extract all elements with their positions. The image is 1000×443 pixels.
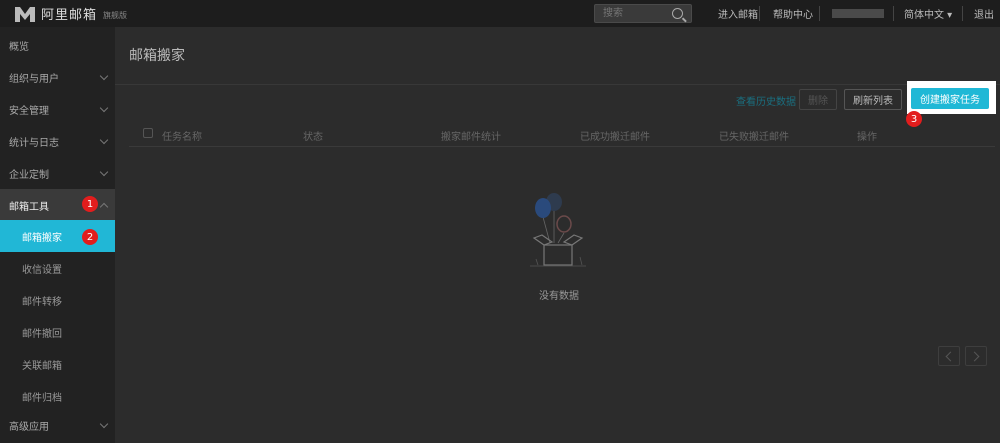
- refresh-list-button[interactable]: 刷新列表: [844, 89, 902, 110]
- sidebar-item-mail-archive[interactable]: 邮件归档: [0, 380, 115, 412]
- create-migration-task-button[interactable]: 创建搬家任务: [911, 88, 989, 109]
- sidebar-item-stats-logs[interactable]: 统计与日志: [0, 125, 115, 157]
- account-name-redacted: [832, 9, 884, 18]
- edition-badge: 旗舰版: [103, 10, 128, 20]
- search-icon[interactable]: [672, 8, 683, 19]
- sidebar-item-org-users[interactable]: 组织与用户: [0, 61, 115, 93]
- logo[interactable]: 阿里邮箱 旗舰版: [14, 4, 127, 23]
- sidebar-item-label: 邮件归档: [22, 392, 62, 404]
- chevron-up-icon: [99, 202, 109, 212]
- sidebar-item-label: 关联邮箱: [22, 360, 62, 372]
- search-input[interactable]: [595, 5, 667, 22]
- prev-page-button[interactable]: [938, 346, 960, 366]
- sidebar-item-overview[interactable]: 概览: [0, 29, 115, 61]
- nav-help-center[interactable]: 帮助中心: [773, 0, 813, 27]
- divider: [115, 84, 1000, 85]
- history-link[interactable]: 查看历史数据: [736, 93, 796, 108]
- step-badge: 2: [82, 229, 98, 245]
- logo-text: 阿里邮箱: [41, 8, 98, 23]
- language-select[interactable]: 简体中文 ▾: [904, 0, 952, 27]
- chevron-down-icon: [99, 167, 109, 177]
- empty-state-text: 没有数据: [539, 291, 579, 302]
- column-header: 搬家邮件统计: [441, 132, 501, 143]
- sidebar-item-label: 概览: [9, 41, 29, 53]
- search-box[interactable]: [594, 4, 692, 23]
- column-header: 操作: [857, 132, 877, 143]
- page-title: 邮箱搬家: [129, 48, 185, 64]
- sidebar-item-customization[interactable]: 企业定制: [0, 157, 115, 189]
- sidebar-item-label: 邮箱工具: [9, 201, 49, 213]
- chevron-down-icon: [99, 135, 109, 145]
- main-content: 邮箱搬家 查看历史数据 删除 刷新列表 创建搬家任务 任务名称 状态 搬家邮件统…: [115, 27, 1000, 443]
- column-header: 已失败搬迁邮件: [719, 132, 789, 143]
- chevron-down-icon: [99, 71, 109, 81]
- sidebar-item-linked-mailbox[interactable]: 关联邮箱: [0, 348, 115, 380]
- sidebar-item-label: 安全管理: [9, 105, 49, 117]
- column-header: 状态: [303, 132, 323, 143]
- step-badge: 3: [906, 111, 922, 127]
- chevron-down-icon: [99, 103, 109, 113]
- sidebar-item-mail-recall[interactable]: 邮件撤回: [0, 316, 115, 348]
- delete-button[interactable]: 删除: [799, 89, 837, 110]
- chevron-down-icon: [99, 419, 109, 429]
- sidebar-item-label: 统计与日志: [9, 137, 59, 149]
- sidebar-item-label: 邮件转移: [22, 296, 62, 308]
- nav-enter-mailbox[interactable]: 进入邮箱: [718, 0, 758, 27]
- sidebar-item-label: 收信设置: [22, 264, 62, 276]
- sidebar-item-advanced[interactable]: 高级应用: [0, 409, 115, 441]
- sidebar-item-label: 企业定制: [9, 169, 49, 181]
- sidebar-item-mail-transfer[interactable]: 邮件转移: [0, 284, 115, 316]
- sidebar-item-label: 组织与用户: [9, 73, 59, 85]
- top-bar: 阿里邮箱 旗舰版 进入邮箱 帮助中心 简体中文 ▾ 退出: [0, 0, 1000, 27]
- step-badge: 1: [82, 196, 98, 212]
- logout-link[interactable]: 退出: [974, 0, 994, 27]
- sidebar-item-label: 邮箱搬家: [22, 232, 62, 244]
- table-header: 任务名称 状态 搬家邮件统计 已成功搬迁邮件 已失败搬迁邮件 操作: [129, 123, 995, 147]
- empty-box-illustration-icon: [530, 193, 586, 267]
- column-header: 任务名称: [162, 132, 202, 143]
- logo-mark-icon: [15, 6, 35, 22]
- sidebar-item-security[interactable]: 安全管理: [0, 93, 115, 125]
- sidebar-item-label: 邮件撤回: [22, 328, 62, 340]
- next-page-button[interactable]: [965, 346, 987, 366]
- column-header: 已成功搬迁邮件: [580, 132, 650, 143]
- select-all-checkbox[interactable]: [143, 128, 153, 138]
- sidebar-item-label: 高级应用: [9, 421, 49, 433]
- sidebar-item-receive-settings[interactable]: 收信设置: [0, 252, 115, 284]
